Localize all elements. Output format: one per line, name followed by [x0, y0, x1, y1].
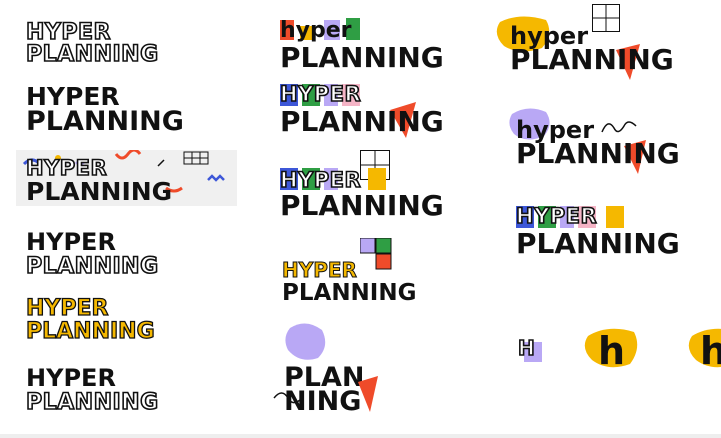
icon-yellow-h-cropped: h [688, 326, 721, 374]
swirl-icon [601, 121, 637, 133]
logo-text-top: HYPER [515, 204, 598, 228]
logo-text-bottom: PLANNING [25, 254, 159, 279]
icon-outline-h: H [516, 336, 544, 364]
logo-text-bottom: PLANNING [25, 390, 159, 415]
logo-text-bottom: PLANNING [280, 189, 444, 222]
logo-text-bottom: PLANNING [26, 106, 184, 137]
logo-text-top: HYPER [279, 82, 362, 106]
logo-mixed-4: HYPER PLANNING [25, 228, 176, 279]
logo-text-bottom: PLANNING [25, 319, 155, 344]
logo-text-top: HYPER [25, 296, 109, 321]
logo-text-bottom: PLANNING [516, 137, 680, 170]
logo-text-bottom: PLANNING [282, 280, 417, 306]
logo-outline-1: HYPER PLANNING [25, 20, 176, 68]
logo-right-2: hyper PLANNING [508, 104, 698, 178]
logo-text-top: HYPER [25, 20, 111, 45]
square-cluster-icon [360, 238, 392, 270]
logo-text-bottom: PLANNING [510, 43, 674, 76]
logo-text-top: HYPER [279, 168, 362, 192]
grid-icon [592, 4, 620, 32]
swirl-icon [273, 392, 301, 404]
logo-colorful-1: hyper PLANNING [280, 16, 460, 72]
icon-letter: h [700, 329, 721, 373]
logo-text-bottom: PLANNING [280, 41, 444, 74]
logo-colorful-3: HYPER PLANNING [279, 150, 460, 222]
logo-colorful-2: HYPER PLANNING [279, 82, 460, 140]
logo-solid-2: HYPER PLANNING [26, 84, 216, 136]
logo-text-top: HYPER [26, 228, 116, 256]
logo-right-1: hyper PLANNING [496, 4, 696, 80]
logo-text-top: HYPER [25, 156, 108, 180]
logo-colorful-4: HYPER PLANNING [282, 238, 442, 306]
logo-text-bottom: PLANNING [26, 177, 173, 206]
logo-text-bottom: PLANNING [25, 42, 159, 67]
logo-text-top: hyper [280, 18, 352, 43]
logo-mixed-6: HYPER PLANNING [25, 364, 176, 415]
logo-text-bottom: PLANNING [280, 105, 444, 138]
icon-letter: h [598, 329, 626, 373]
logo-yellow-5: HYPER PLANNING [25, 296, 176, 346]
logo-right-3: HYPER PLANNING [515, 204, 706, 262]
icon-letter: H [517, 336, 536, 360]
icon-yellow-h: h [584, 326, 644, 374]
logo-text-bottom: PLANNING [516, 227, 680, 260]
logo-text-top: HYPER [282, 258, 358, 282]
bottom-divider [0, 434, 721, 438]
logo-pattern-panel: HYPER PLANNING [16, 150, 237, 206]
logo-text-top: HYPER [26, 364, 116, 392]
purple-blob-icon [285, 323, 326, 360]
logo-stacked-5: PLAN NING [272, 322, 392, 415]
